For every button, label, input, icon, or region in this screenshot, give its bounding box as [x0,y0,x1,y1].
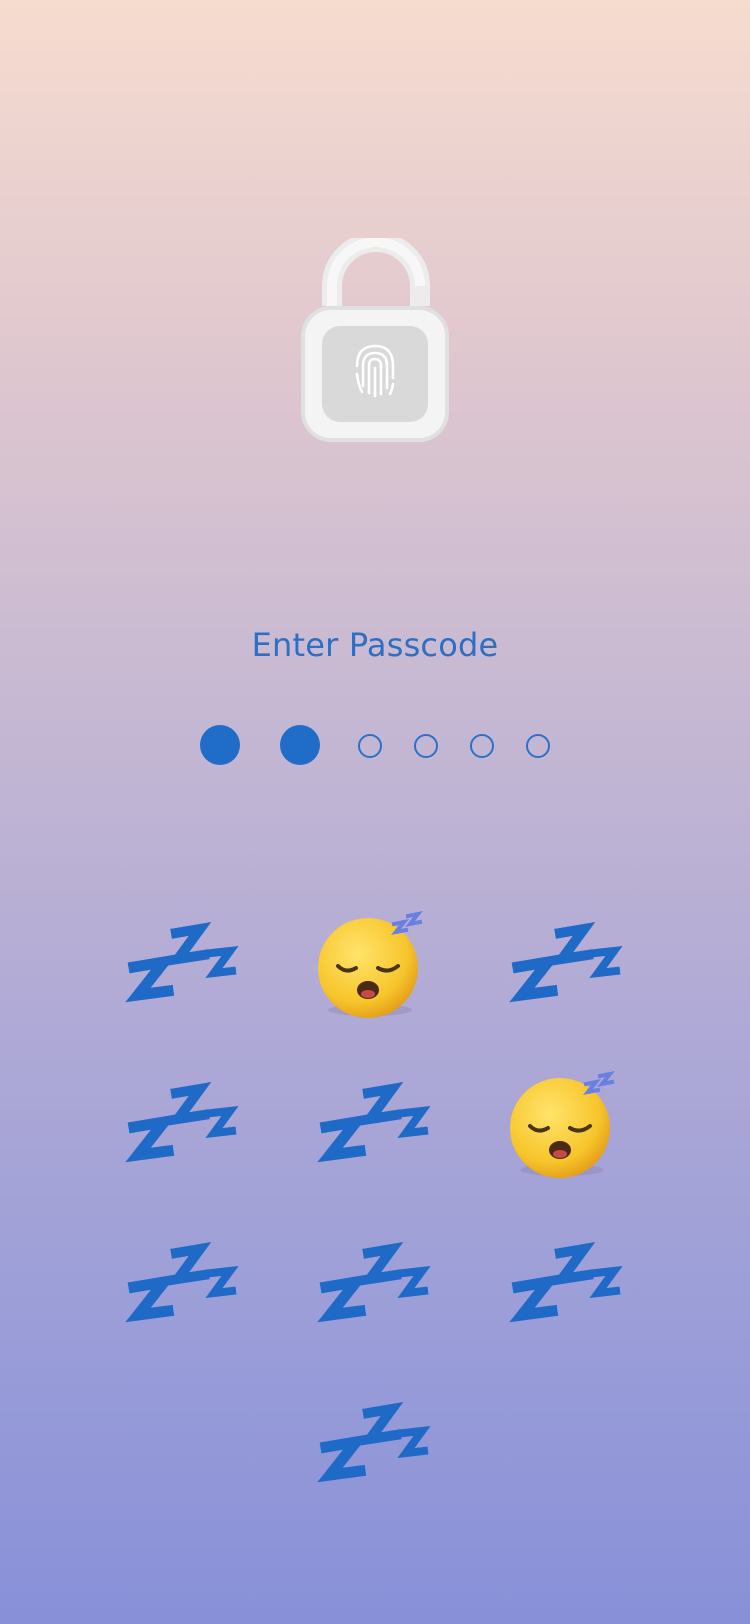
passcode-dot-empty [470,734,494,758]
keypad-key-4[interactable] [105,1060,255,1190]
keypad-key-7[interactable] [105,1220,255,1350]
passcode-dot-empty [414,734,438,758]
zzz-icon [120,1235,240,1335]
keypad-key-3[interactable] [489,900,639,1030]
keypad-key-2[interactable] [297,900,447,1030]
enter-passcode-title: Enter Passcode [251,626,499,664]
passcode-dot-empty [358,734,382,758]
passcode-dot-filled [200,725,240,765]
zzz-icon [120,1075,240,1175]
zzz-icon [312,1395,432,1495]
zzz-icon [504,1235,624,1335]
zzz-icon [120,915,240,1015]
keypad-key-0[interactable] [297,1380,447,1510]
keypad-key-6[interactable] [489,1060,639,1190]
sleeping-face-icon [508,1072,614,1180]
keypad-key-5[interactable] [297,1060,447,1190]
keypad-key-1[interactable] [105,900,255,1030]
zzz-icon [312,1235,432,1335]
sleeping-face-icon [316,912,422,1020]
lock-fingerprint-icon [300,232,450,443]
keypad-key-9[interactable] [489,1220,639,1350]
zzz-icon [312,1075,432,1175]
passcode-dot-filled [280,725,320,765]
zzz-icon [504,915,624,1015]
passcode-dot-empty [526,734,550,758]
keypad-key-8[interactable] [297,1220,447,1350]
